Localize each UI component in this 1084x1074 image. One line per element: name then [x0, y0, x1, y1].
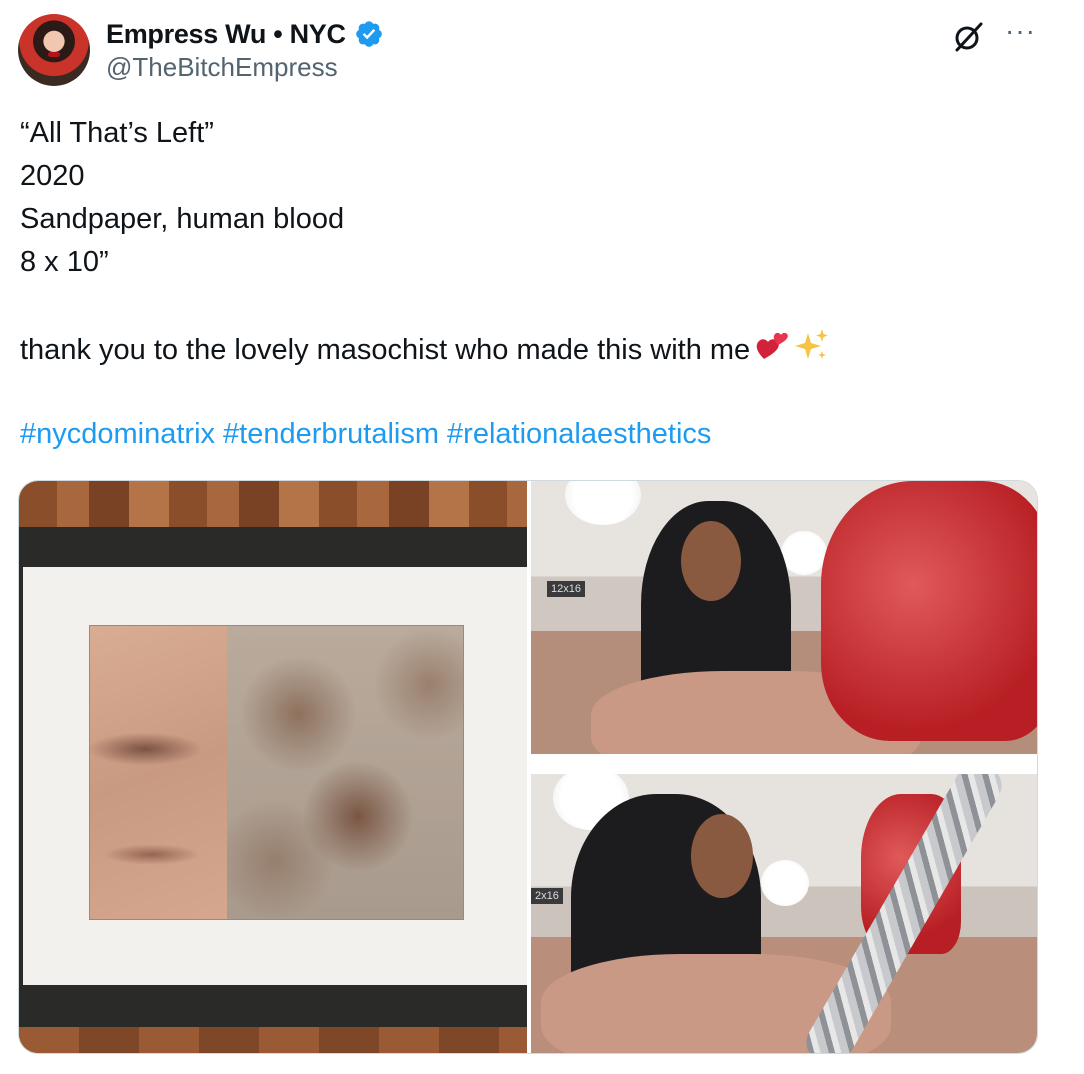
- lamp-globe: [781, 531, 827, 575]
- media-photo-framed-artwork[interactable]: [19, 481, 527, 1053]
- author-display-name[interactable]: Empress Wu • NYC: [106, 19, 346, 50]
- lamp-globe: [761, 860, 809, 906]
- author-handle[interactable]: @TheBitchEmpress: [106, 52, 338, 83]
- hashtag-link[interactable]: #tenderbrutalism: [223, 418, 439, 450]
- media-grid: 12x16 2x16: [18, 480, 1038, 1054]
- sparkles-icon: [794, 327, 830, 376]
- paragraph-break: [20, 284, 1060, 327]
- thanks-text: thank you to the lovely masochist who ma…: [20, 334, 751, 367]
- artwork-medium: Sandpaper, human blood: [20, 203, 345, 235]
- thanks-line: thank you to the lovely masochist who ma…: [20, 327, 1060, 370]
- hashtag-link[interactable]: #relationalaesthetics: [447, 418, 711, 450]
- frame-mat: [23, 567, 527, 985]
- hashtags: #nycdominatrix #tenderbrutalism #relationa…: [20, 413, 1060, 456]
- tweet-top-actions: ···: [951, 17, 1036, 54]
- hashtag-link[interactable]: #nycdominatrix: [20, 418, 215, 450]
- avatar[interactable]: [18, 14, 90, 86]
- sandpaper-panel-right: [227, 626, 463, 919]
- artwork-title: “All That’s Left”: [20, 117, 214, 149]
- artwork-size: 8 x 10”: [20, 246, 109, 278]
- tweet-text: “All That’s Left” 2020 Sandpaper, human …: [20, 112, 1060, 456]
- lamp-globe: [565, 481, 641, 525]
- person-face: [691, 814, 753, 898]
- two-hearts-icon: [754, 329, 790, 374]
- person-face: [681, 521, 741, 601]
- grok-icon[interactable]: [951, 20, 985, 54]
- sandpaper-panel-left: [90, 626, 227, 919]
- verified-badge-icon[interactable]: [354, 19, 384, 49]
- wall-sign: 12x16: [547, 581, 585, 597]
- picture-frame: [19, 527, 527, 1027]
- red-bag: [821, 481, 1037, 741]
- sandpaper-artwork: [89, 625, 464, 920]
- paragraph-break-2: [20, 370, 1060, 413]
- tweet: Empress Wu • NYC @TheBitchEmpress ··· “A…: [0, 0, 1084, 1074]
- wood-wall: [19, 1027, 527, 1053]
- more-options-icon[interactable]: ···: [1005, 17, 1036, 45]
- media-photo-bottom-right[interactable]: 2x16: [531, 774, 1037, 1053]
- artwork-year: 2020: [20, 160, 85, 192]
- author-name-row: Empress Wu • NYC: [106, 16, 384, 52]
- media-photo-top-right[interactable]: 12x16: [531, 481, 1037, 754]
- wall-sign: 2x16: [531, 888, 563, 904]
